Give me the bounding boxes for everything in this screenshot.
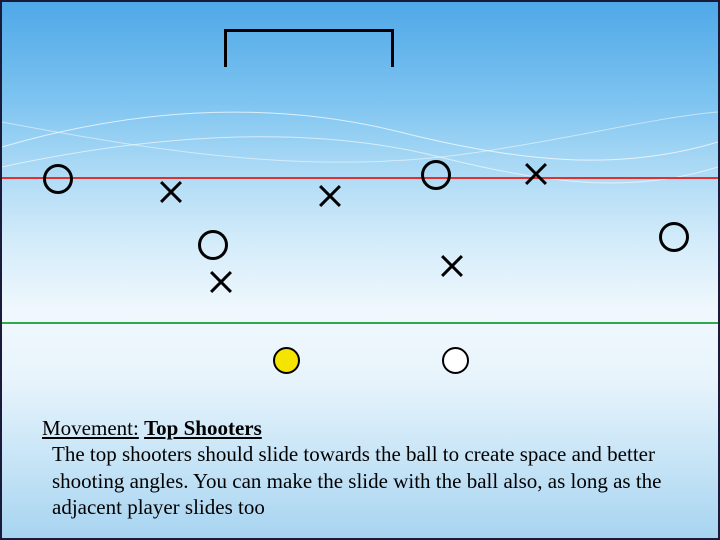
ball-marker [442, 347, 469, 374]
o-marker [421, 160, 451, 190]
green-line [2, 322, 718, 324]
caption-title-label: Movement: [42, 416, 139, 440]
o-marker [198, 230, 228, 260]
caption-body: The top shooters should slide towards th… [42, 441, 678, 520]
caption-title-name: Top Shooters [144, 416, 262, 440]
x-marker [318, 184, 342, 208]
x-marker [159, 180, 183, 204]
caption: Movement: Top Shooters The top shooters … [42, 415, 678, 520]
caption-title: Movement: Top Shooters [42, 415, 678, 441]
o-marker [43, 164, 73, 194]
ball-marker [273, 347, 300, 374]
x-marker [440, 254, 464, 278]
x-marker [524, 162, 548, 186]
o-marker [659, 222, 689, 252]
goal-bracket [224, 29, 394, 67]
x-marker [209, 270, 233, 294]
red-line [2, 177, 718, 179]
slide: Movement: Top Shooters The top shooters … [0, 0, 720, 540]
